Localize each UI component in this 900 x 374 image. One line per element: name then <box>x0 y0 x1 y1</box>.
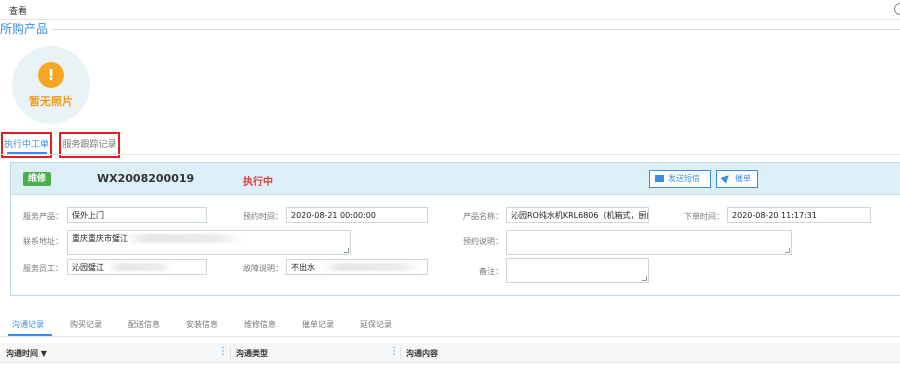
remark-label: 备注： <box>479 267 503 276</box>
staff-value: 沁园璧江 <box>72 263 104 272</box>
order-card: 维修 WX2008200019 执行中 发送短信 催单 服务产品： 保外上门 预… <box>10 162 900 296</box>
remind-label: 催单 <box>735 174 751 183</box>
appointment-time-label: 预约时间： <box>243 212 283 221</box>
fault-value: 不出水 <box>291 263 315 272</box>
redacted-blur <box>124 234 244 243</box>
tab-installation-info[interactable]: 安装信息 <box>186 319 218 330</box>
column-menu-icon[interactable]: ⋮ <box>218 346 228 357</box>
service-product-field[interactable]: 保外上门 <box>67 207 207 223</box>
close-icon[interactable] <box>894 3 900 15</box>
product-name-field[interactable]: 沁园RO纯水机KRL6806（机箱式，厨门 <box>506 207 649 223</box>
column-divider <box>230 347 231 359</box>
redacted-blur <box>321 263 421 271</box>
tab-divider <box>0 336 900 337</box>
service-product-label: 服务产品： <box>23 212 63 221</box>
product-name-label: 产品名称： <box>463 212 503 221</box>
resize-grip-icon[interactable] <box>344 248 349 253</box>
appointment-note-field[interactable] <box>506 230 792 255</box>
remark-field[interactable] <box>506 258 649 283</box>
photo-placeholder: ! 暂无照片 <box>12 46 90 124</box>
window-header: 查看 <box>0 0 900 20</box>
remind-button[interactable]: 催单 <box>716 170 758 188</box>
tab-label: 执行中工单 <box>3 140 49 150</box>
tab-repair-info[interactable]: 维修信息 <box>244 319 276 330</box>
column-communication-content[interactable]: 沟通内容 <box>406 348 438 359</box>
appointment-time-field[interactable]: 2020-08-21 00:00:00 <box>286 207 428 223</box>
address-value: 重庆重庆市璧江 <box>72 234 128 243</box>
column-communication-time[interactable]: 沟通时间 ▼ <box>6 348 47 359</box>
order-card-header: 维修 WX2008200019 执行中 发送短信 催单 <box>11 163 900 195</box>
tab-extended-warranty-records[interactable]: 延保记录 <box>360 319 392 330</box>
order-time-label: 下单时间： <box>684 212 724 221</box>
tab-label: 服务跟踪记录 <box>62 140 117 150</box>
order-number: WX2008200019 <box>97 172 195 185</box>
column-communication-type[interactable]: 沟通类型 <box>236 348 268 359</box>
section-title: 所购产品 <box>0 22 53 36</box>
tab-delivery-info[interactable]: 配送信息 <box>128 319 160 330</box>
staff-label: 服务员工： <box>23 264 63 273</box>
envelope-icon <box>655 175 664 182</box>
resize-grip-icon[interactable] <box>642 276 647 281</box>
send-arrow-icon <box>720 172 732 184</box>
tab-communication-records[interactable]: 沟通记录 <box>12 319 44 330</box>
tab-reminder-records[interactable]: 催单记录 <box>302 319 334 330</box>
fault-field[interactable]: 不出水 <box>286 259 428 275</box>
column-divider <box>400 347 401 359</box>
table-header: 沟通时间 ▼ ⋮ 沟通类型 ⋮ 沟通内容 <box>0 343 900 363</box>
order-type-badge: 维修 <box>23 172 51 186</box>
send-sms-button[interactable]: 发送短信 <box>649 170 711 188</box>
tab-purchase-records[interactable]: 购买记录 <box>70 319 102 330</box>
address-field[interactable]: 重庆重庆市璧江 <box>67 230 351 255</box>
redacted-blur <box>108 263 172 271</box>
tab-divider <box>0 154 900 155</box>
address-label: 联系地址： <box>23 237 63 246</box>
appointment-note-label: 预约说明： <box>463 237 503 246</box>
order-time-field[interactable]: 2020-08-20 11:17:31 <box>727 207 871 223</box>
staff-field[interactable]: 沁园璧江 <box>67 259 207 275</box>
no-photo-label: 暂无照片 <box>29 95 73 108</box>
send-sms-label: 发送短信 <box>668 174 700 183</box>
fault-label: 故障说明： <box>243 264 283 273</box>
resize-grip-icon[interactable] <box>785 248 790 253</box>
warning-icon: ! <box>38 62 64 88</box>
section-divider <box>44 29 900 30</box>
order-status: 执行中 <box>243 177 273 188</box>
window-title: 查看 <box>9 7 28 17</box>
column-menu-icon[interactable]: ⋮ <box>389 346 399 357</box>
